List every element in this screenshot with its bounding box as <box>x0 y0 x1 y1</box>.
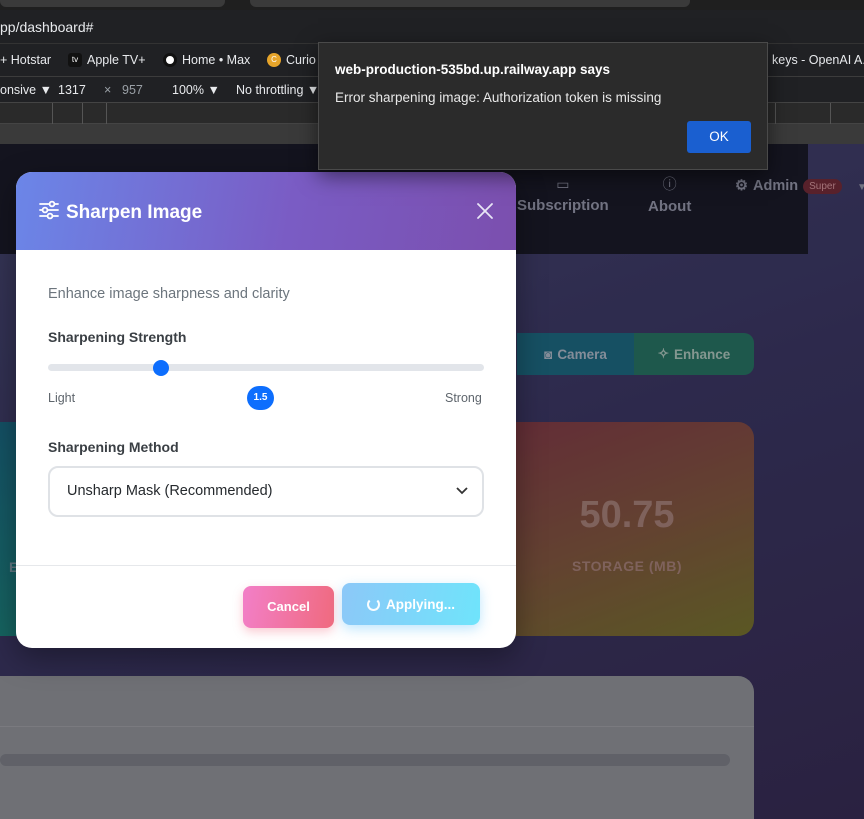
browser-tab[interactable] <box>0 0 225 7</box>
apply-button-label: Applying... <box>386 596 455 612</box>
bookmark-apple-tv[interactable]: tv Apple TV+ <box>68 53 146 67</box>
strength-slider-thumb[interactable] <box>153 360 170 376</box>
bookmark-hotstar[interactable]: + Hotstar <box>0 53 51 67</box>
throttle-select-value: No throttling <box>236 83 304 97</box>
device-select-value: onsive <box>0 83 37 97</box>
zoom-select[interactable]: 100% ▼ <box>172 83 220 97</box>
chevron-down-icon <box>456 468 468 535</box>
apple-tv-icon: tv <box>68 53 82 67</box>
strength-value-badge: 1.5 <box>247 386 274 410</box>
modal-header: Sharpen Image <box>16 172 516 250</box>
viewport-height-input[interactable]: 957 <box>122 83 143 97</box>
browser-tab-strip <box>0 0 864 10</box>
bookmark-label: Curio <box>286 53 316 67</box>
alert-ok-button[interactable]: OK <box>687 121 751 153</box>
viewport-width-input[interactable]: 1317 <box>58 83 86 97</box>
modal-description: Enhance image sharpness and clarity <box>48 286 290 302</box>
address-bar[interactable]: pp/dashboard# <box>0 10 864 44</box>
strength-label: Sharpening Strength <box>48 329 187 345</box>
alert-message: Error sharpening image: Authorization to… <box>335 90 662 105</box>
max-icon <box>163 53 177 67</box>
cancel-button[interactable]: Cancel <box>243 586 334 628</box>
bookmark-curio[interactable]: C Curio <box>267 53 316 67</box>
bookmark-home-max[interactable]: Home • Max <box>163 53 250 67</box>
sharpen-modal: Sharpen Image Enhance image sharpness an… <box>16 172 516 648</box>
slider-min-label: Light <box>48 391 76 405</box>
chevron-down-icon: ▼ <box>39 83 52 97</box>
bookmark-label: + Hotstar <box>0 53 52 67</box>
spinner-icon <box>367 597 380 611</box>
slider-max-label: Strong <box>445 391 482 405</box>
method-label: Sharpening Method <box>48 439 179 455</box>
url-text[interactable]: pp/dashboard# <box>0 19 93 35</box>
bookmark-openai-keys[interactable]: keys - OpenAI A... <box>772 53 864 67</box>
modal-footer-divider <box>16 565 516 566</box>
bookmark-label: Home • Max <box>182 53 251 67</box>
alert-origin: web-production-535bd.up.railway.app says <box>335 62 611 77</box>
bookmark-label: Apple TV+ <box>87 53 146 67</box>
chevron-down-icon: ▼ <box>207 83 220 97</box>
times-icon: × <box>104 83 112 97</box>
browser-tab[interactable] <box>250 0 690 7</box>
method-select-value: Unsharp Mask (Recommended) <box>67 483 273 499</box>
browser-alert-dialog: web-production-535bd.up.railway.app says… <box>318 42 768 170</box>
zoom-select-value: 100% <box>172 83 204 97</box>
method-select[interactable]: Unsharp Mask (Recommended) <box>48 466 484 517</box>
curio-icon: C <box>267 53 281 67</box>
close-icon[interactable] <box>474 200 496 222</box>
apply-button[interactable]: Applying... <box>342 583 480 625</box>
modal-title: Sharpen Image <box>38 200 202 226</box>
device-select[interactable]: onsive ▼ <box>0 83 52 97</box>
modal-title-text: Sharpen Image <box>66 202 203 223</box>
strength-slider-track[interactable] <box>48 364 484 371</box>
throttle-select[interactable]: No throttling ▼ <box>236 83 319 97</box>
sliders-icon <box>38 200 60 226</box>
